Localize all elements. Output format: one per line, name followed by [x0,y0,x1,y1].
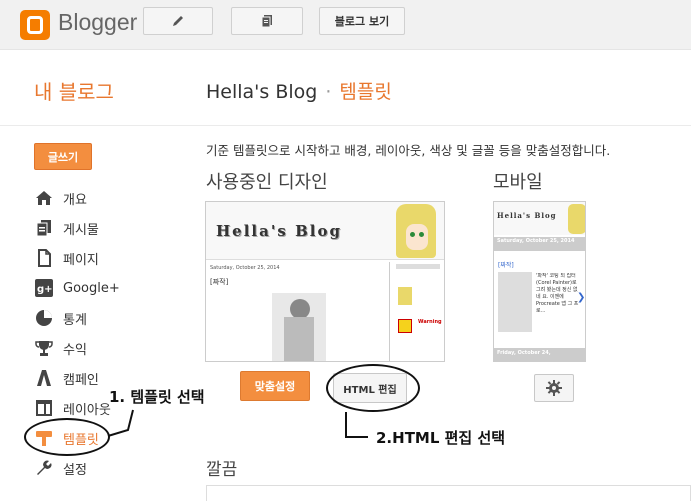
wrench-icon [34,458,54,478]
mobile-post-image [498,272,532,332]
posts-list-button[interactable] [231,7,303,35]
sidebar-item-label: 통계 [63,312,87,328]
chevron-right-icon[interactable]: ❯ [577,292,585,303]
blog-name: Hella's Blog [206,81,318,103]
mobile-post-snippet: '파작' 코팅 되 립터(Corel Painter)로 그려 봤는데 정신 없… [536,273,579,314]
mobile-banner-text: Hella's Blog [497,211,557,220]
sidebar-item-settings[interactable]: 설정 [34,453,120,483]
posts-icon [34,218,54,238]
sidebar-item-label: 게시물 [63,222,99,238]
sidebar-item-campaigns[interactable]: 캠페인 [34,363,120,393]
page-header: 내 블로그 Hella's Blog · 템플릿 [0,50,691,126]
annotation-ellipse-template [24,418,110,456]
warning-icon [398,319,412,333]
mobile-title: 모바일 [493,172,543,193]
posts-icon [261,15,272,28]
preview-post-image [272,293,326,361]
section-name: 템플릿 [339,81,392,103]
trophy-icon [34,338,54,358]
view-blog-button[interactable]: 블로그 보기 [319,7,405,35]
customize-button[interactable]: 맞춤설정 [240,371,310,401]
mobile-date-bar-2: Friday, October 24, [494,348,585,361]
sidebar-item-google-plus[interactable]: g+ Google+ [34,273,120,303]
pencil-icon [173,16,183,26]
brand-name[interactable]: Blogger [58,9,137,36]
mobile-date-bar: Saturday, October 25, 2014 [494,237,585,251]
new-post-button[interactable] [143,7,213,35]
preview-post-date: Saturday, October 25, 2014 [210,265,280,271]
blogger-logo-icon[interactable] [20,10,50,40]
anime-avatar-image [396,204,436,258]
svg-text:g+: g+ [37,284,53,295]
clean-template-title: 깔끔 [206,460,238,480]
gear-icon [546,380,562,396]
sidebar-item-earnings[interactable]: 수익 [34,333,120,363]
preview-post-tag: [짜작] [210,278,229,286]
mobile-settings-button[interactable] [534,374,574,402]
campaign-icon [34,368,54,388]
preview-banner-text: Hella's Blog [216,222,342,240]
page-title: Hella's Blog · 템플릿 [206,77,392,104]
preview-sidebar-avatar [398,287,412,305]
home-icon [34,188,54,208]
google-plus-icon: g+ [34,278,54,298]
write-post-button[interactable]: 글쓰기 [34,143,92,170]
current-design-title: 사용중인 디자인 [206,172,328,193]
mobile-template-preview[interactable]: Hella's Blog Saturday, October 25, 2014 … [493,201,586,362]
sidebar-item-overview[interactable]: 개요 [34,183,120,213]
template-description: 기준 템플릿으로 시작하고 배경, 레이아웃, 색상 및 글꼴 등을 맞춤설정합… [206,143,611,158]
desktop-template-preview[interactable]: Hella's Blog Saturday, October 25, 2014 … [205,201,445,362]
pages-icon [34,248,54,268]
my-blog-link[interactable]: 내 블로그 [34,76,114,105]
sidebar-item-label: 캠페인 [63,372,99,388]
top-bar: Blogger 블로그 보기 [0,0,691,50]
sidebar-item-label: Google+ [63,280,120,296]
annotation-ellipse-html-edit [326,364,420,412]
clean-template-preview[interactable] [206,485,691,501]
mobile-post-tag: [짜작] [498,262,514,269]
sidebar-item-label: 수익 [63,342,87,358]
annotation-step-2: 2.HTML 편집 선택 [376,429,506,447]
pie-chart-icon [34,308,54,328]
sidebar-item-posts[interactable]: 게시물 [34,213,120,243]
sidebar-item-label: 설정 [63,462,87,478]
preview-banner: Hella's Blog [206,202,444,260]
annotation-step-1: 1. 템플릿 선택 [109,388,205,406]
mobile-avatar-image [568,204,585,234]
layout-icon [34,398,54,418]
title-separator: · [325,81,332,103]
preview-warning-label: Warning [418,319,442,325]
sidebar-item-label: 레이아웃 [63,402,111,418]
sidebar-item-pages[interactable]: 페이지 [34,243,120,273]
sidebar-item-label: 페이지 [63,252,99,268]
sidebar-item-stats[interactable]: 통계 [34,303,120,333]
sidebar-item-label: 개요 [63,192,87,208]
